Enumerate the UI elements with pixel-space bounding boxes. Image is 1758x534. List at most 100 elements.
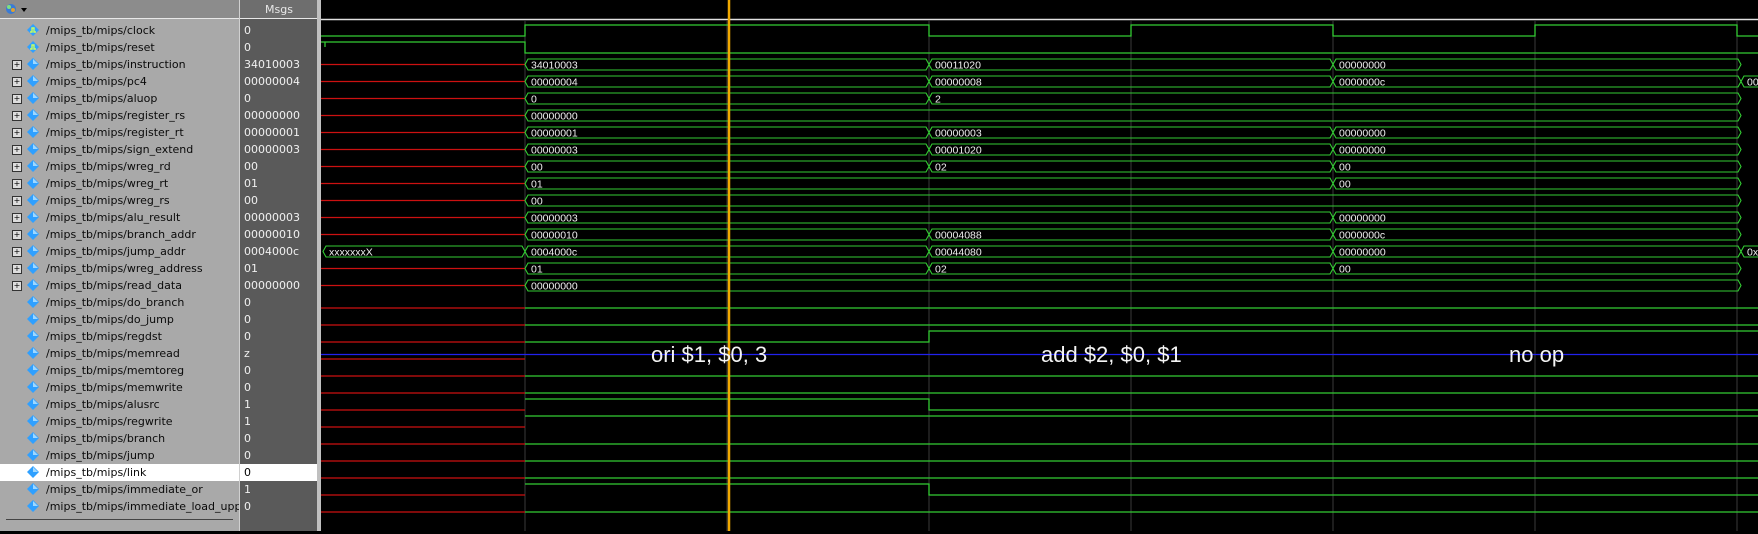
signal-row[interactable]: /mips_tb/mips/reset xyxy=(0,39,239,56)
bus-value-label: 00000000 xyxy=(1339,60,1386,72)
signal-row[interactable]: + /mips_tb/mips/wreg_rs xyxy=(0,192,239,209)
signal-name: /mips_tb/mips/wreg_rt xyxy=(46,177,169,190)
expand-icon[interactable]: + xyxy=(12,179,22,189)
clock-signal-icon xyxy=(27,24,39,36)
bus-value-label: 00000000 xyxy=(531,111,578,123)
signal-name: /mips_tb/mips/wreg_rd xyxy=(46,160,171,173)
signal-name: /mips_tb/mips/immediate_load_upper xyxy=(46,500,253,513)
signal-row[interactable]: /mips_tb/mips/clock xyxy=(0,22,239,39)
signal-name: /mips_tb/mips/branch xyxy=(46,432,166,445)
signal-diamond-icon xyxy=(27,177,39,189)
signal-row[interactable]: /mips_tb/mips/regdst xyxy=(0,328,239,345)
signal-row[interactable]: + /mips_tb/mips/sign_extend xyxy=(0,141,239,158)
expand-icon[interactable]: + xyxy=(12,162,22,172)
signal-value: 0 xyxy=(244,500,251,513)
signal-row[interactable]: + /mips_tb/mips/aluop xyxy=(0,90,239,107)
signal-value: 00000000 xyxy=(244,279,300,292)
signal-row[interactable]: + /mips_tb/mips/wreg_rt xyxy=(0,175,239,192)
bus-value-label: 00011020 xyxy=(935,60,981,72)
signal-row[interactable]: /mips_tb/mips/memwrite xyxy=(0,379,239,396)
expand-icon[interactable]: + xyxy=(12,213,22,223)
bus-segment xyxy=(1332,126,1742,139)
bus-segment xyxy=(1332,245,1742,258)
signal-row[interactable]: + /mips_tb/mips/register_rt xyxy=(0,124,239,141)
signal-row[interactable]: /mips_tb/mips/alusrc xyxy=(0,396,239,413)
bus-segment xyxy=(1332,262,1742,275)
signal-value: 00000003 xyxy=(244,143,300,156)
bus-segment xyxy=(1332,75,1742,88)
signal-row[interactable]: + /mips_tb/mips/pc4 xyxy=(0,73,239,90)
expand-icon[interactable]: + xyxy=(12,60,22,70)
values-pane: Msgs 0 0 34010003 00000004 0 00000000 00000001… xyxy=(239,0,318,531)
signal-row[interactable]: /mips_tb/mips/link xyxy=(0,464,239,481)
signal-row[interactable]: /mips_tb/mips/immediate_or xyxy=(0,481,239,498)
signal-value: 0 xyxy=(244,381,251,394)
signal-row[interactable]: /mips_tb/mips/branch xyxy=(0,430,239,447)
signal-name: /mips_tb/mips/register_rt xyxy=(46,126,184,139)
signal-row[interactable]: + /mips_tb/mips/jump_addr xyxy=(0,243,239,260)
instruction-annotation: no op xyxy=(1509,342,1564,367)
signal-row[interactable]: + /mips_tb/mips/read_data xyxy=(0,277,239,294)
signal-name: /mips_tb/mips/memread xyxy=(46,347,180,360)
waveform-canvas[interactable]: 34010003 00011020 0000000000000004 00000008… xyxy=(321,0,1758,531)
signal-row[interactable]: /mips_tb/mips/jump xyxy=(0,447,239,464)
expand-icon[interactable]: + xyxy=(12,145,22,155)
signal-value: 0004000c xyxy=(244,245,300,258)
signal-value: 00000000 xyxy=(244,109,300,122)
signal-row[interactable]: /mips_tb/mips/do_jump xyxy=(0,311,239,328)
signal-value: 00000001 xyxy=(244,126,300,139)
signal-value: 0 xyxy=(244,92,251,105)
signal-value: 1 xyxy=(244,483,251,496)
expand-icon[interactable]: + xyxy=(12,230,22,240)
signal-diamond-icon xyxy=(27,58,39,70)
signal-name: /mips_tb/mips/memtoreg xyxy=(46,364,185,377)
expand-icon[interactable]: + xyxy=(12,94,22,104)
signal-diamond-icon xyxy=(27,313,39,325)
bus-value-label: 0000000c xyxy=(1339,77,1385,89)
bus-value-label: 0x xyxy=(1747,247,1758,259)
names-scrollbar[interactable] xyxy=(6,519,233,524)
signal-row[interactable]: + /mips_tb/mips/instruction xyxy=(0,56,239,73)
signal-value: 00 xyxy=(244,194,258,207)
expand-icon[interactable]: + xyxy=(12,196,22,206)
signal-row[interactable]: /mips_tb/mips/regwrite xyxy=(0,413,239,430)
expand-icon[interactable]: + xyxy=(12,77,22,87)
wave-menu-icon[interactable] xyxy=(4,2,30,16)
signal-diamond-icon xyxy=(27,364,39,376)
signal-diamond-icon xyxy=(27,483,39,495)
expand-icon[interactable]: + xyxy=(12,128,22,138)
signal-diamond-icon xyxy=(27,245,39,257)
bus-segment xyxy=(1332,143,1742,156)
signal-value: z xyxy=(244,347,250,360)
signal-diamond-icon xyxy=(27,381,39,393)
signal-diamond-icon xyxy=(27,466,39,478)
signal-value: 00000003 xyxy=(244,211,300,224)
signal-name: /mips_tb/mips/pc4 xyxy=(46,75,147,88)
expand-icon[interactable]: + xyxy=(12,264,22,274)
signal-row[interactable]: + /mips_tb/mips/alu_result xyxy=(0,209,239,226)
signal-diamond-icon xyxy=(27,398,39,410)
bus-segment xyxy=(928,92,1742,105)
signal-diamond-icon xyxy=(27,126,39,138)
signal-row[interactable]: /mips_tb/mips/do_branch xyxy=(0,294,239,311)
signal-names-pane: /mips_tb/mips/clock/mips_tb/mips/reset + /… xyxy=(0,0,253,531)
signal-name: /mips_tb/mips/do_jump xyxy=(46,313,174,326)
expand-icon[interactable]: + xyxy=(12,281,22,291)
bus-value-label: 00 xyxy=(531,162,543,174)
expand-icon[interactable]: + xyxy=(12,247,22,257)
signal-diamond-icon xyxy=(27,449,39,461)
signal-row[interactable]: + /mips_tb/mips/register_rs xyxy=(0,107,239,124)
signal-value: 0 xyxy=(244,24,251,37)
signal-row[interactable]: + /mips_tb/mips/branch_addr xyxy=(0,226,239,243)
signal-row[interactable]: + /mips_tb/mips/wreg_address xyxy=(0,260,239,277)
expand-icon[interactable]: + xyxy=(12,111,22,121)
signal-row[interactable]: /mips_tb/mips/memread xyxy=(0,345,239,362)
waveform-pane[interactable]: 34010003 00011020 00000000 00000004 00000008… xyxy=(321,0,1758,531)
signal-name: /mips_tb/mips/do_branch xyxy=(46,296,185,309)
signal-row[interactable]: + /mips_tb/mips/wreg_rd xyxy=(0,158,239,175)
signal-value: 34010003 xyxy=(244,58,300,71)
signal-row[interactable]: /mips_tb/mips/immediate_load_upper xyxy=(0,498,253,515)
digital-trace xyxy=(525,330,1758,343)
signal-name: /mips_tb/mips/register_rs xyxy=(46,109,186,122)
signal-row[interactable]: /mips_tb/mips/memtoreg xyxy=(0,362,239,379)
